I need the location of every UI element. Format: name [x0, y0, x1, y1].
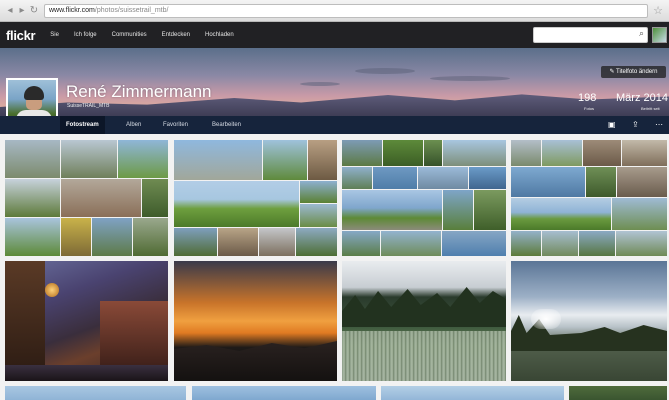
slideshow-icon[interactable]: ▣ [608, 120, 616, 130]
url-path: /photos/suissetrail_mtb/ [94, 7, 169, 14]
nav-item-entdecken[interactable]: Entdecken [162, 32, 190, 38]
tab-favoriten[interactable]: Favoriten [157, 116, 194, 134]
user-avatar-small[interactable] [652, 27, 667, 43]
photo-sunset-lake[interactable] [174, 261, 337, 381]
nav-item-ich-folge[interactable]: Ich folge [74, 32, 97, 38]
flickr-top-nav: flickr Sie Ich folge Communities Entdeck… [0, 22, 669, 48]
share-icon[interactable]: ⇪ [632, 120, 639, 130]
stat-photos-label: Fotos [584, 106, 595, 111]
photostream-grid [0, 134, 669, 400]
star-icon[interactable]: ☆ [653, 4, 663, 17]
flickr-logo[interactable]: flickr [6, 28, 36, 43]
photo-frosty-meadow[interactable] [342, 261, 506, 381]
cloud-shape [355, 68, 415, 74]
photo-collage-3[interactable] [342, 140, 506, 256]
url-bar[interactable]: www.flickr.com/photos/suissetrail_mtb/ [44, 4, 648, 18]
change-cover-button[interactable]: ✎ Titelfoto ändern [601, 66, 666, 78]
more-icon[interactable]: ⋯ [655, 120, 663, 130]
stat-photos-count: 198 [578, 92, 597, 104]
avatar-helmet [24, 86, 44, 100]
search-input[interactable]: ⌕ [533, 27, 648, 43]
reload-icon[interactable]: ↻ [28, 4, 40, 18]
tab-bearbeiten[interactable]: Bearbeiten [206, 116, 247, 134]
tab-fotostream[interactable]: Fotostream [60, 116, 105, 134]
photo-bottom-4[interactable] [569, 386, 667, 400]
stat-joined-value: März 2014 [616, 92, 668, 104]
photo-bottom-1[interactable] [5, 386, 186, 400]
back-icon[interactable]: ◂ [4, 4, 16, 18]
photo-collage-4[interactable] [511, 140, 667, 256]
cloud-shape [300, 82, 340, 86]
photo-evening-street[interactable] [5, 261, 168, 381]
nav-item-hochladen[interactable]: Hochladen [205, 32, 234, 38]
stat-joined-label: Beitritt seit [641, 106, 660, 111]
photo-collage-1[interactable] [5, 140, 168, 256]
nav-item-sie[interactable]: Sie [50, 32, 59, 38]
cloud-shape [430, 76, 510, 81]
photo-bottom-2[interactable] [192, 386, 376, 400]
tab-alben[interactable]: Alben [120, 116, 147, 134]
nav-item-communities[interactable]: Communities [112, 32, 147, 38]
photo-bottom-3[interactable] [381, 386, 564, 400]
url-host: www.flickr.com [49, 7, 95, 14]
search-icon[interactable]: ⌕ [639, 29, 644, 39]
profile-subnav: Fotostream Alben Favoriten Bearbeiten ▣ … [0, 116, 669, 134]
browser-toolbar: ◂ ▸ ↻ www.flickr.com/photos/suissetrail_… [0, 0, 669, 22]
photo-misty-trees[interactable] [511, 261, 667, 381]
profile-subtitle: SuisseTRAIL_MTB [67, 103, 110, 109]
forward-icon[interactable]: ▸ [16, 4, 28, 18]
photo-collage-2[interactable] [174, 140, 337, 256]
page-root: ◂ ▸ ↻ www.flickr.com/photos/suissetrail_… [0, 0, 669, 400]
profile-name: René Zimmermann [66, 82, 212, 101]
change-cover-label: Titelfoto ändern [616, 69, 658, 75]
